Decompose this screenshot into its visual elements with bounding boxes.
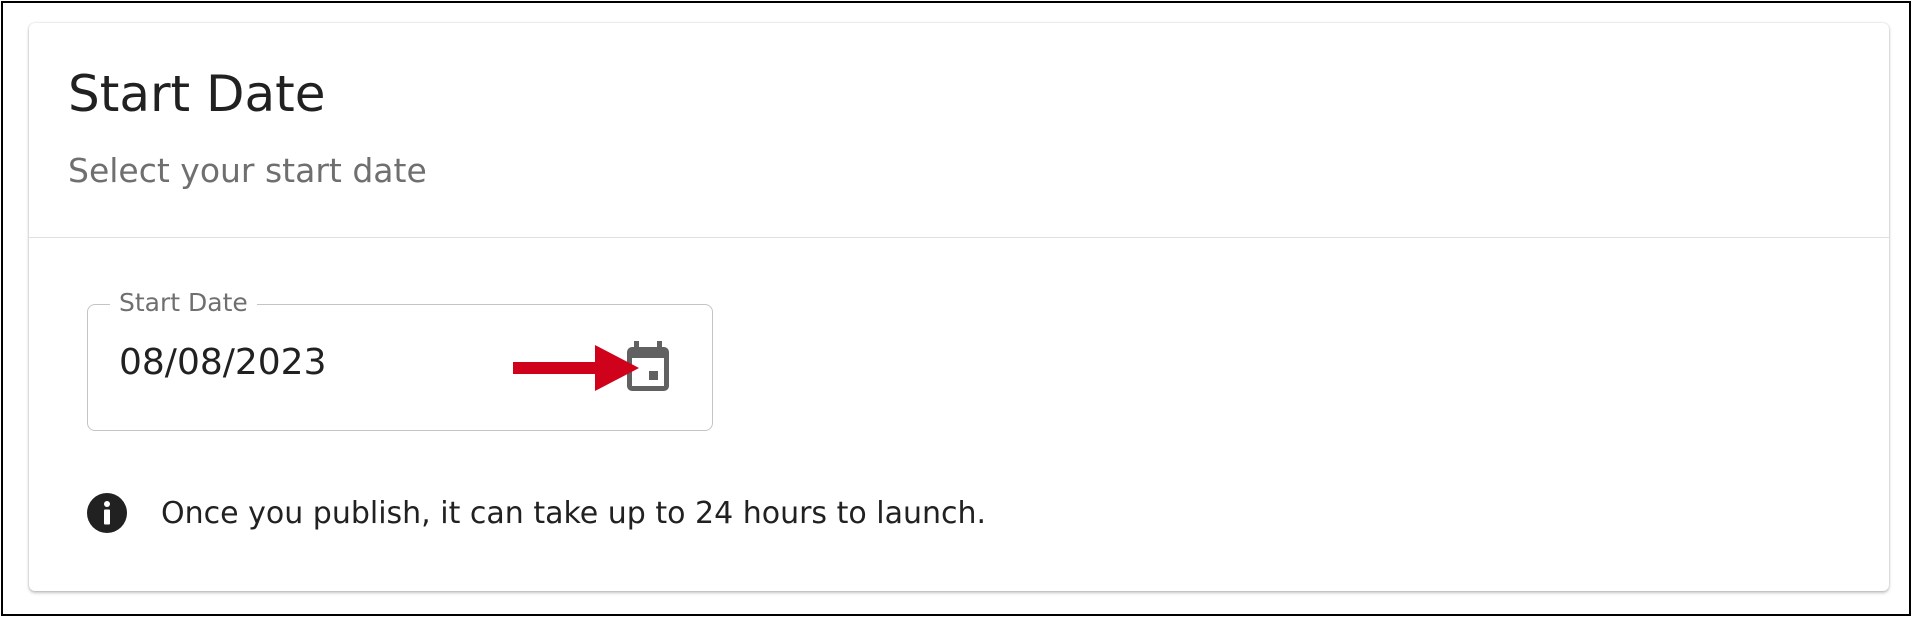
card-subtitle: Select your start date	[68, 151, 427, 190]
card-title: Start Date	[68, 65, 326, 123]
start-date-value[interactable]: 08/08/2023	[119, 345, 327, 381]
info-text: Once you publish, it can take up to 24 h…	[161, 495, 987, 531]
info-row: Once you publish, it can take up to 24 h…	[87, 493, 986, 533]
divider	[29, 237, 1889, 238]
start-date-card: Start Date Select your start date Start …	[29, 23, 1889, 591]
start-date-field-label: Start Date	[110, 285, 257, 320]
info-icon	[87, 493, 127, 533]
arrow-right-icon	[513, 345, 639, 391]
screenshot-frame: Start Date Select your start date Start …	[1, 1, 1911, 616]
